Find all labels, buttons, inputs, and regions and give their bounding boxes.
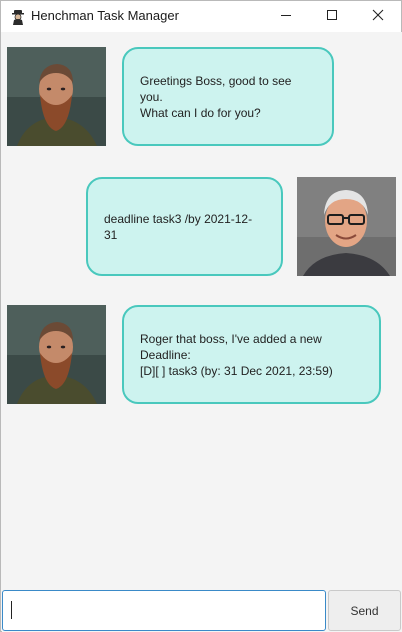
app-window: Henchman Task Manager Greetings Boss, go…: [0, 0, 402, 632]
maximize-button[interactable]: [309, 1, 355, 32]
user-message-bubble: deadline task3 /by 2021-12-31: [86, 177, 283, 276]
minimize-icon: [280, 8, 292, 26]
title-bar: Henchman Task Manager: [1, 1, 401, 32]
henchman-icon: [11, 9, 25, 25]
send-button[interactable]: Send: [328, 590, 401, 631]
henchman-avatar: [7, 305, 106, 404]
close-icon: [372, 8, 384, 26]
user-message-text: deadline task3 /by 2021-12-31: [104, 211, 253, 242]
bot-message-bubble: Greetings Boss, good to see you. What ca…: [122, 47, 334, 146]
bot-message-text: Greetings Boss, good to see you. What ca…: [140, 73, 292, 120]
minimize-button[interactable]: [263, 1, 309, 32]
maximize-icon: [326, 8, 338, 26]
input-bar: Send: [2, 589, 402, 632]
bot-message-bubble: Roger that boss, I've added a new Deadli…: [122, 305, 381, 404]
message-input[interactable]: [2, 590, 326, 631]
chat-area[interactable]: Greetings Boss, good to see you. What ca…: [2, 32, 402, 589]
window-title: Henchman Task Manager: [31, 8, 179, 23]
close-button[interactable]: [355, 1, 401, 32]
user-avatar: [297, 177, 396, 276]
bot-message-text: Roger that boss, I've added a new Deadli…: [140, 331, 333, 378]
henchman-avatar: [7, 47, 106, 146]
text-caret: [11, 601, 12, 619]
